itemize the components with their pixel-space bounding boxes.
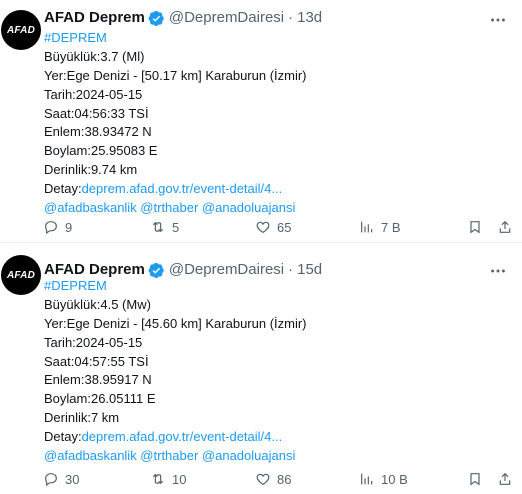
like-count: 86 [277,471,292,487]
reply-icon [45,473,57,487]
more-icon[interactable] [488,261,508,281]
detail-label: Detay: [44,429,82,445]
timeline-feed: AFAD AFAD Deprem @DepremDairesi · 13d #D… [0,0,522,494]
reply-icon [45,221,57,235]
location-line: Yer:Ege Denizi - [45.60 km] Karaburun (İ… [44,315,307,331]
detail-line: Detay:deprem.afad.gov.tr/event-detail/4.… [44,428,307,447]
verified-badge-icon[interactable] [148,262,165,279]
detail-link[interactable]: deprem.afad.gov.tr/event-detail/4... [82,181,283,196]
tweet-text: #DEPREM Büyüklük:4.5 (Mw) Yer:Ege Denizi… [44,277,307,466]
tweet[interactable]: AFAD AFAD Deprem @DepremDairesi · 13d #D… [0,0,522,243]
views-count: 7 B [381,219,401,235]
views-count: 10 B [381,471,408,487]
reply-button[interactable]: 30 [43,469,79,489]
views-button[interactable]: 10 B [359,469,408,489]
like-button[interactable]: 65 [255,217,291,237]
longitude-line: Boylam:25.95083 E [44,143,158,159]
share-icon[interactable] [497,217,513,237]
reply-count: 9 [65,219,73,235]
hashtag-link[interactable]: #DEPREM [44,277,307,296]
date-line: Tarih:2024-05-15 [44,86,143,102]
like-icon [256,473,270,486]
views-icon [361,221,373,233]
like-count: 65 [277,219,292,235]
action-bar: 9 5 65 7 B [43,217,511,237]
mentions-links[interactable]: @afadbaskanlik @trthaber @anadoluajansi [44,447,307,466]
avatar[interactable]: AFAD [1,10,41,50]
magnitude-line: Büyüklük:4.5 (Mw) [44,296,151,312]
timestamp[interactable]: 13d [297,8,322,28]
tweet-text: #DEPREM Büyüklük:3.7 (Ml) Yer:Ege Denizi… [44,29,307,218]
separator-dot: · [288,9,294,26]
date-line: Tarih:2024-05-15 [44,334,143,350]
repost-count: 5 [172,219,180,235]
author-handle[interactable]: @DepremDairesi [169,8,284,28]
depth-line: Derinlik:7 km [44,410,120,426]
like-icon [256,221,270,234]
repost-button[interactable]: 5 [150,217,179,237]
views-icon [361,473,373,485]
repost-icon [152,221,164,233]
repost-button[interactable]: 10 [150,469,186,489]
detail-line: Detay:deprem.afad.gov.tr/event-detail/4.… [44,180,307,199]
bookmark-icon[interactable] [467,469,483,489]
like-button[interactable]: 86 [255,469,291,489]
depth-line: Derinlik:9.74 km [44,162,138,178]
verified-badge-icon[interactable] [148,10,165,27]
repost-count: 10 [172,471,187,487]
magnitude-line: Büyüklük:3.7 (Ml) [44,48,145,64]
latitude-line: Enlem:38.93472 N [44,124,152,140]
avatar-logo-text: AFAD [6,24,36,36]
reply-button[interactable]: 9 [43,217,72,237]
latitude-line: Enlem:38.95917 N [44,372,152,388]
views-button[interactable]: 7 B [359,217,401,237]
tweet[interactable]: AFAD AFAD Deprem @DepremDairesi · 15d #D… [0,244,522,494]
more-icon[interactable] [488,10,508,30]
author-name[interactable]: AFAD Deprem [44,8,145,28]
repost-icon [152,473,164,485]
hashtag-link[interactable]: #DEPREM [44,29,307,48]
time-line: Saat:04:57:55 TSİ [44,353,149,369]
action-bar: 30 10 86 10 B [43,469,511,489]
detail-link[interactable]: deprem.afad.gov.tr/event-detail/4... [82,429,283,444]
bookmark-icon[interactable] [467,217,483,237]
mentions-links[interactable]: @afadbaskanlik @trthaber @anadoluajansi [44,199,307,218]
share-icon[interactable] [497,469,513,489]
avatar-logo-text: AFAD [6,269,36,281]
avatar[interactable]: AFAD [1,255,41,295]
longitude-line: Boylam:26.05111 E [44,391,156,407]
tweet-header: AFAD Deprem @DepremDairesi · 13d [44,8,322,28]
time-line: Saat:04:56:33 TSİ [44,105,149,121]
location-line: Yer:Ege Denizi - [50.17 km] Karaburun (İ… [44,67,307,83]
detail-label: Detay: [44,181,82,197]
reply-count: 30 [65,471,80,487]
